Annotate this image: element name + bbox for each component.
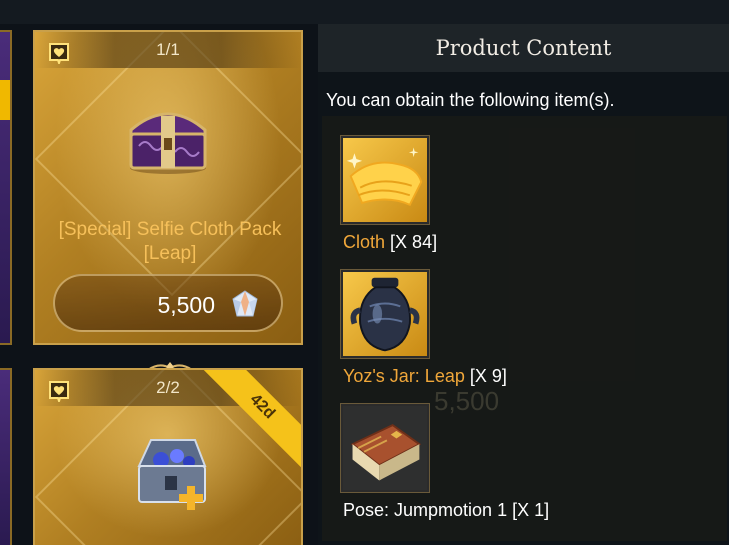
heart-icon[interactable]: [47, 380, 71, 402]
chest-icon: [129, 112, 207, 174]
item-quantity: [X 1]: [512, 500, 550, 520]
panel-title: Product Content: [435, 36, 612, 60]
item-label: Pose: Jumpmotion 1 [X 1]: [343, 500, 549, 521]
item-name: Cloth: [343, 232, 386, 252]
partial-card-ribbon: [0, 80, 10, 120]
item-label: Cloth [X 84]: [343, 232, 437, 253]
time-limit-text: 42d: [246, 390, 279, 423]
item-name: Yoz's Jar: Leap: [343, 366, 465, 386]
item-quantity: [X 84]: [390, 232, 438, 252]
item-label: Yoz's Jar: Leap [X 9]: [343, 366, 507, 387]
product-name: [Special] Selfie Cloth Pack [Leap]: [58, 219, 282, 264]
book-icon: [340, 403, 430, 493]
purchase-count: 2/2: [156, 378, 180, 397]
panel-description: You can obtain the following item(s).: [326, 90, 615, 110]
crystal-icon: [232, 290, 258, 317]
item-name: Pose: Jumpmotion 1: [343, 500, 508, 520]
partial-card-left-bottom[interactable]: [0, 368, 12, 545]
product-card-selfie-cloth-pack[interactable]: 1/1 [Special] Selfie Cloth Pack [Leap] 5…: [33, 30, 303, 345]
partial-card-left-top[interactable]: [0, 30, 12, 345]
product-content-panel: Product Content You can obtain the follo…: [318, 24, 729, 545]
product-card-gem-chest[interactable]: 2/2 42d: [33, 368, 303, 545]
price-button[interactable]: 5,500: [53, 274, 283, 332]
cloth-icon: [340, 135, 430, 225]
price-value: 5,500: [157, 292, 215, 318]
gem-chest-icon: [137, 439, 207, 510]
jar-icon: [340, 269, 430, 359]
item-quantity: [X 9]: [469, 366, 507, 386]
panel-item-area: 5,500 Cloth [X 84] Yoz's Jar: Leap [X 9]…: [322, 116, 727, 541]
purchase-count-bar: 1/1: [35, 32, 301, 68]
heart-icon[interactable]: [47, 42, 71, 64]
purchase-count: 1/1: [156, 40, 180, 59]
panel-header: Product Content: [318, 24, 729, 72]
top-strip: [0, 0, 729, 24]
background-price-text: 5,500: [434, 386, 500, 416]
